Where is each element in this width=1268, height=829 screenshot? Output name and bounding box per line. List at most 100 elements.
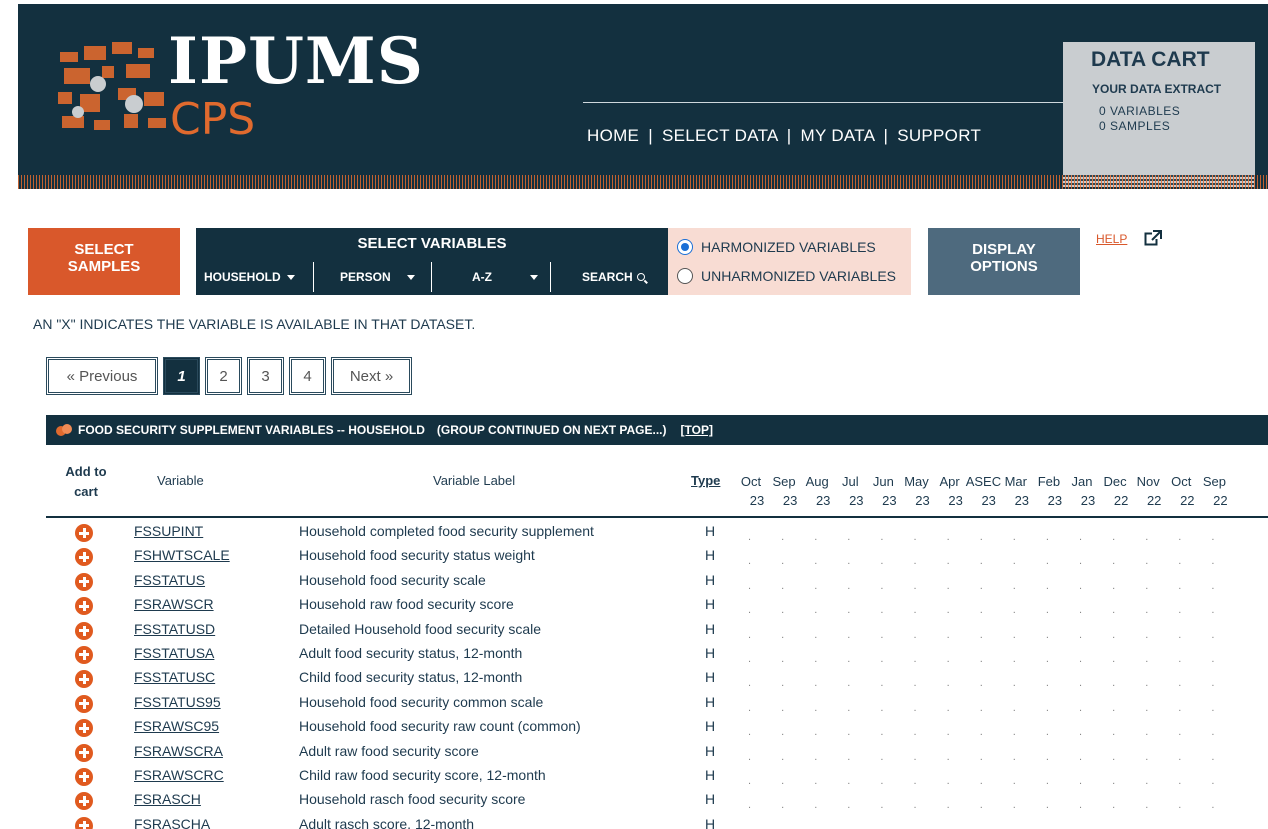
brand-product[interactable]: CPS <box>170 98 255 142</box>
variable-link[interactable]: FSRASCHA <box>134 816 210 829</box>
availability-mark: . <box>880 555 884 568</box>
add-to-cart-icon[interactable] <box>75 524 93 542</box>
type-header[interactable]: Type <box>691 473 720 488</box>
availability-mark: . <box>880 531 884 543</box>
availability-mark: . <box>913 799 917 812</box>
variable-label: Child raw food security score, 12-month <box>299 766 546 783</box>
sample-date-header: Jan 23 <box>1065 472 1099 510</box>
variable-label: Household rasch food security score <box>299 791 526 808</box>
variable-link[interactable]: FSRASCH <box>134 791 201 807</box>
availability-mark: . <box>814 677 818 690</box>
variable-link[interactable]: FSRAWSCRA <box>134 743 223 759</box>
harmonized-option[interactable]: HARMONIZED VARIABLES <box>677 239 876 255</box>
variable-link[interactable]: FSHWTSCALE <box>134 547 230 563</box>
availability-mark: . <box>1045 750 1049 763</box>
availability-mark: . <box>1012 579 1016 592</box>
top-link[interactable]: [TOP] <box>681 423 713 437</box>
availability-mark: . <box>880 652 884 665</box>
availability-mark: . <box>1013 824 1016 829</box>
nav-my-data[interactable]: MY DATA <box>801 126 875 145</box>
add-to-cart-icon[interactable] <box>75 816 93 829</box>
sample-date-header: May 23 <box>900 472 934 510</box>
availability-mark: . <box>748 799 752 812</box>
next-page-button[interactable]: Next » <box>329 355 414 397</box>
unharmonized-option[interactable]: UNHARMONIZED VARIABLES <box>677 268 896 284</box>
availability-mark: . <box>979 628 983 641</box>
availability-mark: . <box>979 652 983 665</box>
page-button-2[interactable]: 2 <box>203 355 244 397</box>
page-button-1[interactable]: 1 <box>161 355 202 397</box>
variable-link[interactable]: FSRAWSCR <box>134 596 214 612</box>
nav-support[interactable]: SUPPORT <box>897 126 981 145</box>
nav-home[interactable]: HOME <box>587 126 639 145</box>
page-button-3[interactable]: 3 <box>245 355 286 397</box>
availability-mark: . <box>781 652 785 665</box>
nav-select-data[interactable]: SELECT DATA <box>662 126 778 145</box>
household-menu[interactable]: HOUSEHOLD <box>196 262 313 292</box>
availability-mark: . <box>1145 531 1149 543</box>
availability-mark: . <box>880 750 884 763</box>
add-to-cart-icon[interactable] <box>75 719 93 738</box>
availability-mark: . <box>1145 652 1149 665</box>
variable-label: Household food security common scale <box>299 693 544 710</box>
add-to-cart-icon[interactable] <box>75 743 93 762</box>
add-to-cart-header[interactable]: Add to cart <box>60 462 112 502</box>
previous-page-button[interactable]: « Previous <box>44 355 160 397</box>
add-to-cart-icon[interactable] <box>75 621 93 640</box>
add-to-cart-icon[interactable] <box>75 670 93 689</box>
variable-link[interactable]: FSSTATUSC <box>134 669 215 685</box>
expand-group-icon[interactable] <box>56 424 72 436</box>
availability-mark: . <box>1211 628 1215 641</box>
availability-mark: . <box>814 531 818 543</box>
external-link-icon[interactable] <box>1144 230 1162 246</box>
availability-mark: . <box>1079 750 1083 763</box>
variable-link[interactable]: FSSTATUSD <box>134 621 215 637</box>
data-cart[interactable]: DATA CART YOUR DATA EXTRACT 0 VARIABLES … <box>1063 42 1255 187</box>
add-to-cart-icon[interactable] <box>75 597 93 616</box>
availability-mark: . <box>979 604 983 617</box>
availability-mark: . <box>913 531 917 543</box>
variable-link[interactable]: FSRAWSCRC <box>134 767 224 783</box>
brand-name[interactable]: IPUMS <box>168 30 424 94</box>
variable-link[interactable]: FSSTATUS <box>134 572 205 588</box>
add-to-cart-icon[interactable] <box>75 767 93 786</box>
availability-mark: . <box>979 726 983 739</box>
availability-mark: . <box>1012 726 1016 739</box>
harmonized-radio[interactable] <box>677 239 693 255</box>
unharmonized-radio[interactable] <box>677 268 693 284</box>
search-menu[interactable]: SEARCH <box>550 262 668 292</box>
a-z-menu[interactable]: A-Z <box>431 262 550 292</box>
availability-mark: . <box>1012 531 1016 543</box>
variable-link[interactable]: FSSTATUSA <box>134 645 214 661</box>
display-options-button[interactable]: DISPLAY OPTIONS <box>928 228 1080 295</box>
variable-type: H <box>705 693 716 710</box>
availability-mark: . <box>847 652 851 665</box>
availability-mark: . <box>979 701 983 714</box>
availability-mark: . <box>979 799 983 812</box>
page-button-4[interactable]: 4 <box>287 355 328 397</box>
table-row: FSSTATUSA Adult food security status, 12-… <box>46 643 1268 667</box>
availability-mark: . <box>946 604 950 617</box>
variable-link[interactable]: FSSTATUS95 <box>134 694 221 710</box>
sample-month: Nov <box>1136 474 1160 489</box>
help-link[interactable]: HELP <box>1096 232 1127 246</box>
sample-date-header: ASEC 23 <box>966 472 1001 510</box>
add-to-cart-icon[interactable] <box>75 572 93 591</box>
availability-mark: . <box>781 579 785 592</box>
availability-mark: . <box>1045 604 1049 617</box>
availability-mark: . <box>1079 604 1083 617</box>
select-samples-button[interactable]: SELECT SAMPLES <box>28 228 180 295</box>
person-menu[interactable]: PERSON <box>313 262 431 292</box>
variable-link[interactable]: FSRAWSC95 <box>134 718 219 734</box>
variables-table-header: Add to cart Variable Variable Label Type… <box>46 450 1268 518</box>
add-to-cart-icon[interactable] <box>75 548 93 567</box>
sample-date-header: Nov 22 <box>1131 472 1165 510</box>
add-to-cart-icon[interactable] <box>75 694 93 713</box>
availability-mark: . <box>748 579 752 592</box>
availability-mark: . <box>781 701 785 714</box>
variable-link[interactable]: FSSUPINT <box>134 523 203 539</box>
cart-title[interactable]: DATA CART <box>1091 48 1210 72</box>
add-to-cart-icon[interactable] <box>75 645 93 664</box>
add-to-cart-icon[interactable] <box>75 792 93 811</box>
availability-mark: . <box>781 628 785 641</box>
